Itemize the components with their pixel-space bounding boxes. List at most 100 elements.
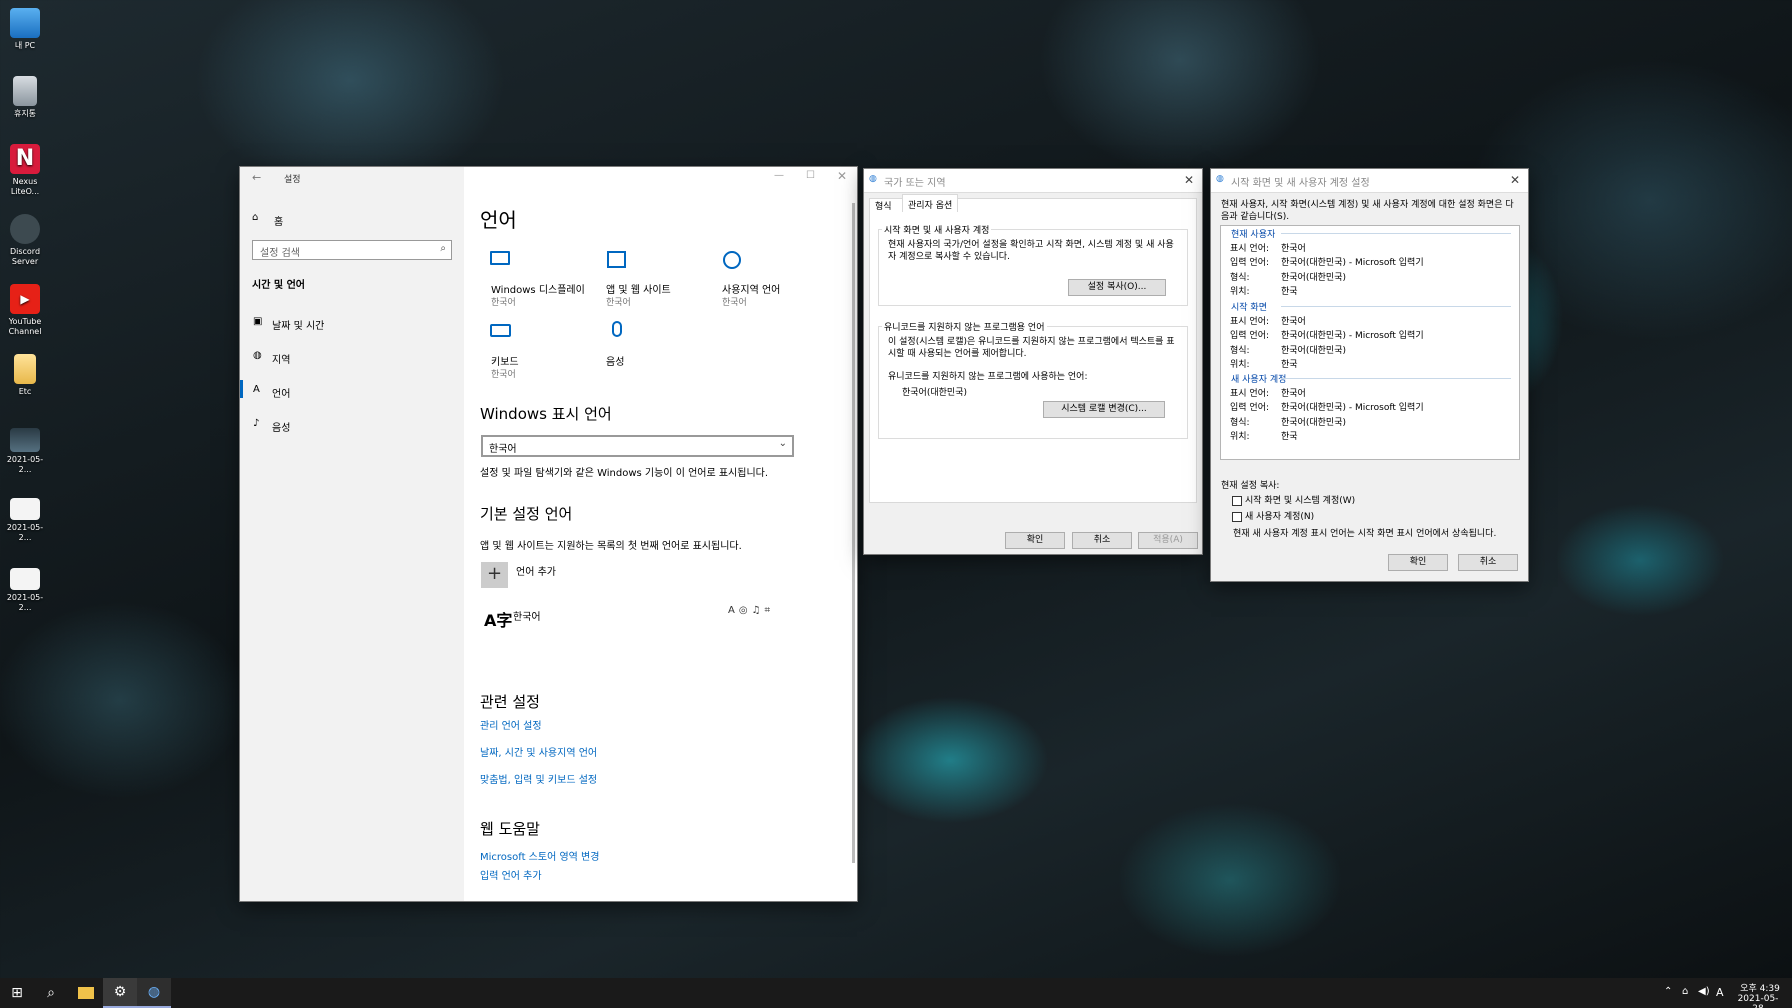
tab-admin-active[interactable]: 관리자 옵션	[902, 194, 958, 212]
tile-keyboard[interactable]: 키보드	[491, 353, 519, 368]
tile-windows-display[interactable]: Windows 디스플레이	[491, 281, 585, 296]
close-icon[interactable]: ✕	[1510, 173, 1520, 187]
desktop-icon-shot2[interactable]: 2021-05-2...	[2, 498, 48, 543]
desktop-icon-youtube[interactable]: ▶ YouTube Channel	[2, 284, 48, 337]
current-language-label: 유니코드를 지원하지 않는 프로그램에 사용하는 언어:	[888, 372, 1088, 382]
copy-settings-button[interactable]: 설정 복사(O)...	[1068, 279, 1166, 296]
link-spelling-keyboard[interactable]: 맞춤법, 입력 및 키보드 설정	[480, 771, 597, 786]
tile-apps-websites[interactable]: 앱 및 웹 사이트	[606, 281, 671, 296]
taskbar-explorer[interactable]	[69, 978, 103, 1008]
apply-button[interactable]: 적용(A)	[1138, 532, 1198, 549]
checkbox[interactable]	[1232, 511, 1242, 522]
title-bar: ← 설정 — ☐ ✕	[240, 167, 857, 189]
language-item-korean[interactable]: 한국어	[513, 608, 541, 623]
row-value: 한국	[1281, 431, 1298, 442]
checkbox-label: 새 사용자 계정(N)	[1245, 512, 1315, 522]
dialog-title: 국가 또는 지역	[884, 178, 946, 189]
row-value: 한국어(대한민국)	[1281, 417, 1346, 428]
dialog-title: 시작 화면 및 새 사용자 계정 설정	[1231, 178, 1370, 189]
cancel-button[interactable]: 취소	[1072, 532, 1132, 549]
desktop-icon-nexus[interactable]: N Nexus LiteO...	[2, 144, 48, 197]
ime-indicator[interactable]: A	[1716, 986, 1724, 999]
display-icon	[490, 251, 510, 265]
desktop-icon-shot1[interactable]: 2021-05-2...	[2, 428, 48, 475]
check-welcome-system[interactable]: 시작 화면 및 시스템 계정(W)	[1232, 493, 1355, 506]
search-button[interactable]: ⌕	[34, 978, 68, 1008]
clock-time[interactable]: 오후 4:39	[1738, 981, 1782, 994]
tab-formats[interactable]: 형식	[875, 199, 892, 212]
taskbar-control-panel[interactable]: ◍	[137, 978, 171, 1008]
scrollbar[interactable]	[852, 203, 855, 863]
discord-icon	[10, 214, 40, 244]
change-locale-button[interactable]: 시스템 로캘 변경(C)...	[1043, 401, 1165, 418]
minimize-icon[interactable]: —	[774, 170, 784, 181]
start-button[interactable]: ⊞	[0, 978, 34, 1008]
desktop-icon-discord[interactable]: Discord Server	[2, 214, 48, 267]
nav-speech[interactable]: 음성	[272, 419, 290, 434]
welcome-group-text: 현재 사용자의 국가/언어 설정을 확인하고 시작 화면, 시스템 계정 및 새…	[888, 240, 1174, 262]
region-dialog: ◍ 국가 또는 지역 ✕ 형식 관리자 옵션 시작 화면 및 새 사용자 계정 …	[864, 169, 1202, 554]
language-feature-icons: A◎♫⌗	[728, 605, 775, 616]
button-label: 취소	[1479, 557, 1497, 567]
desktop-icon-label: 내 PC	[14, 41, 36, 50]
row-key: 형식:	[1230, 417, 1250, 428]
welcome-group-title: 시작 화면 및 새 사용자 계정	[882, 223, 992, 236]
desktop-icon-mypc[interactable]: 내 PC	[2, 8, 48, 51]
nav-region[interactable]: 지역	[272, 351, 290, 366]
desktop-icon-label: Nexus LiteO...	[10, 177, 40, 196]
check-new-user[interactable]: 새 사용자 계정(N)	[1232, 509, 1314, 522]
ok-button[interactable]: 확인	[1005, 532, 1065, 549]
row-value: 한국어(대한민국)	[1281, 345, 1346, 356]
button-label: 확인	[1026, 535, 1044, 545]
clock-date[interactable]: 2021-05-28	[1732, 994, 1784, 1008]
close-icon[interactable]: ✕	[837, 169, 847, 183]
display-language-select[interactable]: 한국어 ⌄	[481, 435, 794, 457]
search-icon: ⌕	[47, 985, 55, 1001]
row-key: 표시 언어:	[1230, 317, 1270, 327]
tile-speech[interactable]: 음성	[606, 353, 624, 368]
row-key: 입력 언어:	[1230, 258, 1270, 269]
back-arrow-icon[interactable]: ←	[252, 171, 261, 184]
volume-icon[interactable]: ◀)	[1698, 986, 1710, 997]
section-heading: 현재 사용자	[1231, 230, 1276, 240]
preferred-language-desc: 앱 및 웹 사이트는 지원하는 목록의 첫 번째 언어로 표시됩니다.	[480, 541, 742, 552]
row-value: 한국어	[1281, 317, 1306, 327]
keyboard-icon	[490, 324, 511, 337]
home-icon: ⌂	[252, 212, 259, 223]
title-bar: ◍ 국가 또는 지역 ✕	[864, 169, 1202, 193]
tile-regional-format[interactable]: 사용지역 언어	[722, 281, 780, 296]
inherit-note: 현재 새 사용자 계정 표시 언어는 시작 화면 표시 언어에서 상속됩니다.	[1233, 529, 1497, 539]
link-add-input-language[interactable]: 입력 언어 추가	[480, 867, 542, 882]
desktop-icon-label: Discord Server	[9, 247, 41, 266]
tab-admin-label: 관리자 옵션	[908, 201, 953, 211]
add-language-plus-icon[interactable]: +	[481, 562, 508, 588]
section-divider	[1281, 306, 1511, 307]
unicode-group-text: 이 설정(시스템 로캘)은 유니코드를 지원하지 않는 프로그램에서 텍스트를 …	[888, 337, 1175, 359]
search-input[interactable]: 설정 검색 ⌕	[252, 240, 452, 260]
nav-language[interactable]: 언어	[272, 385, 290, 400]
row-value: 한국어(대한민국) - Microsoft 입력기	[1281, 403, 1424, 414]
copy-current-label: 현재 설정 복사:	[1221, 481, 1280, 491]
link-store-region[interactable]: Microsoft 스토어 영역 변경	[480, 848, 599, 863]
checkbox[interactable]	[1232, 495, 1242, 506]
row-key: 위치:	[1230, 431, 1250, 442]
desktop-icon-recycle[interactable]: 휴지통	[2, 76, 48, 119]
add-language-button[interactable]: 언어 추가	[516, 563, 556, 578]
taskbar-settings[interactable]: ⚙	[103, 978, 137, 1008]
close-icon[interactable]: ✕	[1184, 173, 1194, 187]
nav-home[interactable]: 홈	[274, 213, 283, 228]
microphone-icon: ♪	[253, 418, 260, 429]
ok-button[interactable]: 확인	[1388, 554, 1448, 571]
desktop-icon-shot3[interactable]: 2021-05-2...	[2, 568, 48, 613]
link-admin-language[interactable]: 관리 언어 설정	[480, 717, 542, 732]
desktop-icon-etc[interactable]: Etc	[2, 354, 48, 397]
row-value: 한국어(대한민국) - Microsoft 입력기	[1281, 331, 1424, 342]
link-date-time-region[interactable]: 날짜, 시간 및 사용지역 언어	[480, 744, 597, 759]
row-value: 한국어	[1281, 244, 1306, 254]
language-icon: A	[253, 384, 260, 395]
nav-date-time[interactable]: 날짜 및 시간	[272, 317, 324, 332]
maximize-icon[interactable]: ☐	[806, 170, 815, 181]
tray-chevron-up-icon[interactable]: ⌃	[1664, 986, 1672, 997]
network-icon[interactable]: ⌂	[1682, 986, 1688, 997]
cancel-button[interactable]: 취소	[1458, 554, 1518, 571]
